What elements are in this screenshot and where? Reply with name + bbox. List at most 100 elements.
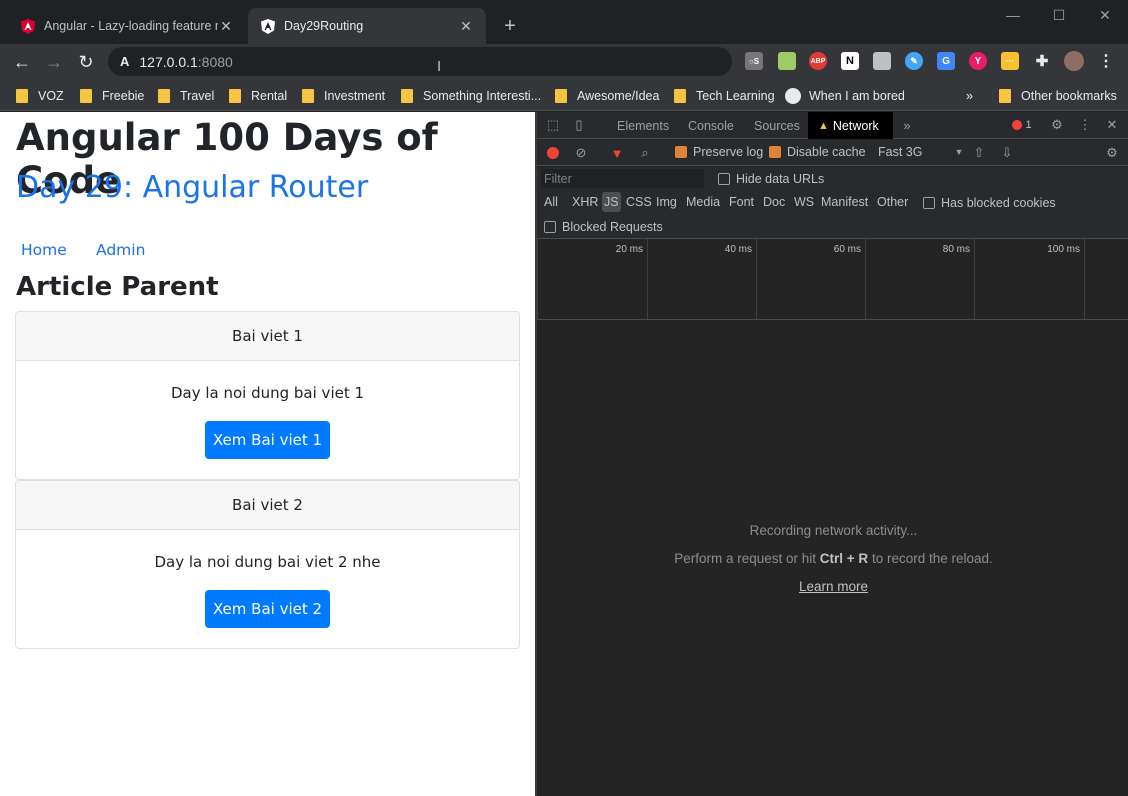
minimize-icon[interactable]: — (990, 0, 1036, 30)
article-card-body: Day la noi dung bai viet 2 nhe Xem Bai v… (16, 530, 519, 648)
filter-doc[interactable]: Doc (763, 192, 785, 212)
folder-icon (302, 89, 314, 103)
bookmark-folder[interactable]: Tech Learning (674, 86, 775, 106)
preserve-log-checkbox[interactable]: Preserve log (675, 145, 763, 159)
tab-strip: Angular - Lazy-loading feature m ✕ Day29… (0, 0, 1128, 44)
devtools-tab-sources[interactable]: Sources (744, 112, 810, 139)
bookmark-folder[interactable]: Something Interesti... (401, 86, 541, 106)
camera-extension-icon[interactable] (873, 52, 891, 70)
blocked-requests-checkbox[interactable]: Blocked Requests (544, 220, 663, 234)
url-port: :8080 (197, 53, 233, 70)
has-blocked-cookies-checkbox[interactable]: Has blocked cookies (923, 196, 1056, 210)
section-title: Article Parent (16, 272, 219, 302)
close-tab-icon[interactable]: ✕ (458, 18, 474, 34)
filter-xhr[interactable]: XHR (572, 192, 598, 212)
bookmark-folder[interactable]: VOZ (16, 86, 64, 106)
close-devtools-icon[interactable]: ✕ (1104, 117, 1120, 133)
recording-status-text: Recording network activity... (749, 523, 918, 538)
y-extension-icon[interactable]: Y (969, 52, 987, 70)
bookmark-folder[interactable]: Freebie (80, 86, 144, 106)
import-har-icon[interactable]: ⇧ (971, 145, 987, 161)
devtools-tab-elements[interactable]: Elements (607, 112, 679, 139)
more-tabs-icon[interactable]: » (899, 117, 915, 133)
menu-kebab-icon[interactable]: ⋮ (1097, 52, 1115, 70)
settings-gear-icon[interactable]: ⚙ (1049, 117, 1065, 133)
filter-img[interactable]: Img (656, 192, 677, 212)
notion-icon[interactable]: N (841, 52, 859, 70)
filter-icon[interactable]: ▼ (609, 145, 625, 161)
inspect-element-icon[interactable]: ⬚ (545, 117, 561, 133)
search-icon[interactable]: ⌕ (637, 145, 653, 161)
timeline-tick: 60 ms (756, 239, 865, 319)
tab-title: Day29Routing (284, 19, 364, 33)
folder-icon (80, 89, 92, 103)
adblock-plus-icon[interactable]: ABP (809, 52, 827, 70)
filter-other[interactable]: Other (877, 192, 908, 212)
filter-ws[interactable]: WS (794, 192, 814, 212)
throttling-select[interactable]: Fast 3G ▼ (878, 145, 963, 159)
filter-manifest[interactable]: Manifest (821, 192, 868, 212)
bookmark-folder[interactable]: Travel (158, 86, 214, 106)
filter-css[interactable]: CSS (626, 192, 652, 212)
timeline-tick: 20 ms (537, 239, 647, 319)
reload-icon[interactable]: ↻ (72, 48, 100, 76)
article-card: Bai viet 2 Day la noi dung bai viet 2 nh… (15, 480, 520, 649)
devtools-tab-network[interactable]: ▲ Network (808, 112, 893, 139)
close-window-icon[interactable]: ✕ (1082, 0, 1128, 30)
image-extension-icon[interactable] (778, 52, 796, 70)
browser-tab-day29routing[interactable]: Day29Routing ✕ (248, 8, 486, 44)
view-article-button[interactable]: Xem Bai viet 2 (205, 590, 330, 628)
blocked-requests-row: Blocked Requests (537, 215, 1128, 238)
extensions-puzzle-icon[interactable]: ✚ (1033, 52, 1051, 70)
clear-icon[interactable]: ⊘ (573, 145, 589, 161)
filter-input[interactable]: Filter (541, 169, 704, 188)
filter-js[interactable]: JS (602, 192, 621, 212)
devtools-panel: ⬚ ▯ Elements Console Sources ▲ Network »… (535, 112, 1128, 796)
nav-link-home[interactable]: Home (21, 241, 67, 259)
article-card-header: Bai viet 2 (16, 481, 519, 530)
github-icon (785, 88, 801, 104)
forward-arrow-icon[interactable]: → (40, 48, 68, 76)
google-translate-icon[interactable]: G (937, 52, 955, 70)
device-toolbar-icon[interactable]: ▯ (571, 117, 587, 133)
tab-title: Angular - Lazy-loading feature m (44, 19, 218, 33)
bookmark-folder[interactable]: Rental (229, 86, 287, 106)
lastpass-extension-icon[interactable]: ○S (745, 52, 763, 70)
nav-link-admin[interactable]: Admin (96, 241, 145, 259)
network-settings-icon[interactable]: ⚙ (1104, 145, 1120, 161)
devtools-tab-console[interactable]: Console (678, 112, 744, 139)
new-tab-icon[interactable]: + (498, 14, 522, 38)
view-article-button[interactable]: Xem Bai viet 1 (205, 421, 330, 459)
profile-avatar[interactable] (1064, 51, 1084, 71)
timeline-tick: 40 ms (647, 239, 756, 319)
other-bookmarks-folder[interactable]: Other bookmarks (999, 86, 1117, 106)
filter-all[interactable]: All (544, 192, 558, 212)
browser-tab-lazy-loading[interactable]: Angular - Lazy-loading feature m ✕ (8, 8, 246, 44)
devtools-menu-icon[interactable]: ⋮ (1077, 117, 1093, 133)
address-bar[interactable]: A 127.0.0.1:8080 (108, 47, 732, 76)
record-hint-text: Perform a request or hit Ctrl + R to rec… (674, 551, 993, 566)
bookmark-folder[interactable]: Investment (302, 86, 385, 106)
back-arrow-icon[interactable]: ← (8, 48, 36, 76)
network-overview-timeline[interactable]: 20 ms 40 ms 60 ms 80 ms 100 ms (537, 238, 1128, 320)
export-har-icon[interactable]: ⇩ (999, 145, 1015, 161)
hide-data-urls-checkbox[interactable]: Hide data URLs (718, 172, 824, 186)
learn-more-link[interactable]: Learn more (799, 579, 868, 594)
bookmark-folder[interactable]: Awesome/Idea (555, 86, 659, 106)
bookmark-github[interactable]: When I am bored (785, 86, 905, 106)
devtools-tab-bar: ⬚ ▯ Elements Console Sources ▲ Network »… (537, 112, 1128, 139)
record-icon[interactable] (545, 145, 561, 161)
timeline-tick (1084, 239, 1128, 319)
disable-cache-checkbox[interactable]: Disable cache (769, 145, 866, 159)
folder-icon (401, 89, 413, 103)
pen-extension-icon[interactable]: ✎ (905, 52, 923, 70)
filter-media[interactable]: Media (686, 192, 720, 212)
site-info-icon[interactable]: A (120, 54, 129, 69)
bookmarks-overflow-button[interactable]: » (966, 86, 973, 106)
dots-extension-icon[interactable]: ··· (1001, 52, 1019, 70)
warning-icon: ▲ (818, 119, 829, 132)
maximize-icon[interactable]: ☐ (1036, 0, 1082, 30)
close-tab-icon[interactable]: ✕ (218, 18, 234, 34)
error-count-badge[interactable]: 1 (1009, 117, 1035, 133)
filter-font[interactable]: Font (729, 192, 754, 212)
